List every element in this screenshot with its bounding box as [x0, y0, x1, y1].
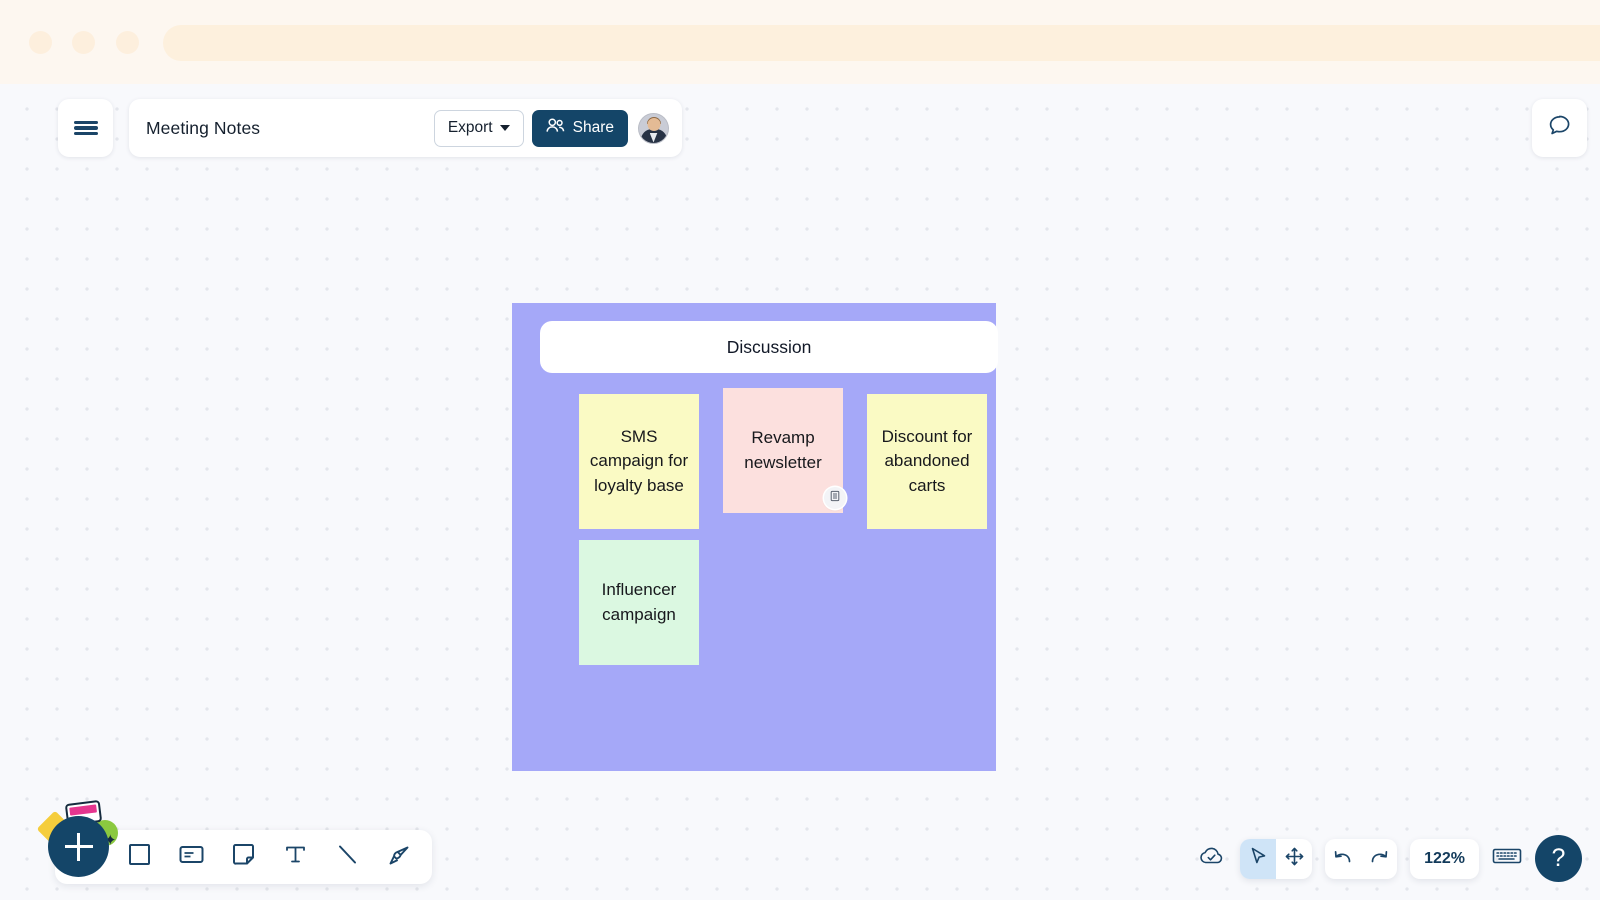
keyboard-shortcuts-button[interactable]	[1492, 845, 1522, 872]
move-arrows-icon	[1284, 846, 1305, 872]
select-tool-button[interactable]	[1240, 838, 1277, 879]
people-icon	[546, 118, 565, 138]
window-minimize-button[interactable]	[72, 31, 95, 54]
comments-button[interactable]	[1532, 99, 1587, 157]
url-bar[interactable]	[163, 25, 1600, 61]
cloud-saved-button[interactable]	[1198, 845, 1227, 872]
pointer-mode-group	[1240, 838, 1313, 879]
sticky-note-tool-button[interactable]	[224, 838, 262, 876]
board-frame[interactable]: Discussion SMS campaign for loyalty base…	[512, 303, 998, 771]
frame-title[interactable]: Discussion	[540, 321, 998, 373]
zoom-level-button[interactable]: 122%	[1410, 838, 1479, 879]
square-shape-icon	[127, 842, 152, 872]
document-title[interactable]: Meeting Notes	[146, 118, 434, 139]
marker-tool-button[interactable]	[380, 838, 418, 876]
hamburger-menu-button[interactable]	[58, 99, 113, 157]
help-button[interactable]: ?	[1535, 835, 1582, 882]
history-group	[1325, 838, 1398, 879]
notes-list-icon	[829, 489, 841, 507]
chevron-down-icon	[499, 125, 510, 131]
card-tool-button[interactable]	[172, 838, 210, 876]
text-tool-button[interactable]	[276, 838, 314, 876]
share-button-label: Share	[572, 119, 614, 136]
marker-pen-icon	[386, 842, 412, 873]
redo-button[interactable]	[1361, 839, 1397, 879]
document-toolbar: Meeting Notes Export Share	[129, 99, 682, 157]
keyboard-icon	[1492, 845, 1522, 872]
sticky-note-icon	[231, 842, 256, 872]
share-button[interactable]: Share	[531, 109, 628, 147]
undo-button[interactable]	[1325, 839, 1361, 879]
undo-arrow-icon	[1332, 847, 1354, 871]
redo-arrow-icon	[1368, 847, 1390, 871]
view-controls: 122% ?	[1198, 835, 1582, 882]
sticky-note[interactable]: SMS campaign for loyalty base	[579, 394, 699, 529]
shape-tool-button[interactable]	[120, 838, 158, 876]
text-tool-icon	[283, 842, 308, 872]
add-create-button[interactable]	[48, 816, 109, 877]
window-maximize-button[interactable]	[116, 31, 139, 54]
window-close-button[interactable]	[29, 31, 52, 54]
browser-chrome	[0, 0, 1600, 84]
pan-tool-button[interactable]	[1276, 839, 1312, 879]
avatar[interactable]	[638, 112, 669, 144]
comment-bubble-icon	[1546, 112, 1573, 144]
sticky-note[interactable]: Discount for abandoned carts	[867, 394, 987, 529]
export-button-label: Export	[447, 119, 493, 136]
line-tool-icon	[335, 842, 360, 872]
note-attachment-badge[interactable]	[824, 487, 846, 509]
cloud-saved-icon	[1198, 845, 1227, 872]
line-tool-button[interactable]	[328, 838, 366, 876]
card-icon	[178, 842, 205, 872]
notes-area: SMS campaign for loyalty base Revamp new…	[541, 388, 987, 744]
export-button[interactable]: Export	[433, 109, 524, 147]
whiteboard-canvas[interactable]: Meeting Notes Export Share Discussion SM…	[0, 84, 1600, 900]
sticky-note[interactable]: Influencer campaign	[579, 540, 699, 665]
hamburger-menu-icon	[73, 118, 98, 138]
cursor-arrow-icon	[1248, 846, 1268, 872]
